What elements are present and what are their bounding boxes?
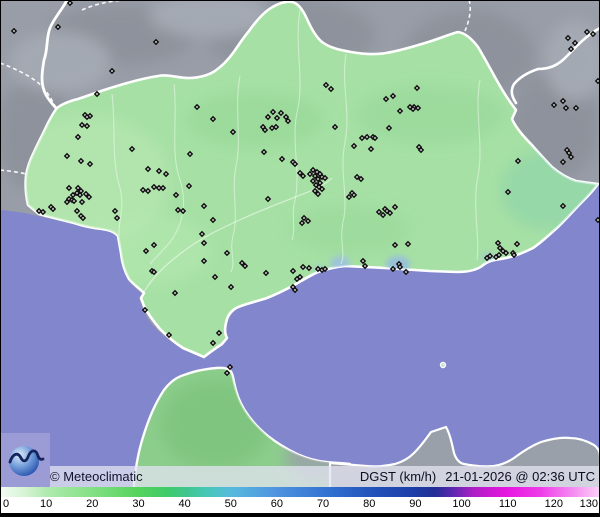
scale-tick-10: 10 xyxy=(40,498,53,510)
color-scale-labels: 0 10 20 30 40 50 60 70 80 90 100 110 120 130 xyxy=(0,497,600,513)
scale-tick-90: 90 xyxy=(409,498,422,510)
scale-tick-120: 120 xyxy=(544,498,564,510)
color-scale-gradient xyxy=(0,487,600,497)
map-canvas xyxy=(0,0,600,517)
scale-tick-60: 60 xyxy=(270,498,284,510)
scale-tick-80: 80 xyxy=(363,498,376,510)
meteoclimatic-logo-icon xyxy=(8,446,45,476)
bottom-strip xyxy=(0,513,600,517)
alboran-island xyxy=(439,361,447,369)
scale-tick-30: 30 xyxy=(132,498,145,510)
scale-tick-70: 70 xyxy=(316,498,330,510)
scale-tick-110: 110 xyxy=(498,498,517,510)
scale-tick-100: 100 xyxy=(452,498,471,510)
info-bar: © Meteoclimatic DGST (km/h) 21-01-2026 @… xyxy=(0,466,600,487)
timestamp: 21-01-2026 @ 02:36 UTC xyxy=(445,469,595,484)
weather-map-screenshot: © Meteoclimatic DGST (km/h) 21-01-2026 @… xyxy=(0,0,600,517)
variable-label: DGST (km/h) xyxy=(359,469,437,484)
scale-tick-130: 130 xyxy=(579,498,598,510)
scale-tick-20: 20 xyxy=(86,498,99,510)
scale-tick-40: 40 xyxy=(178,498,191,510)
scale-tick-0: 0 xyxy=(3,498,10,510)
meteoclimatic-logo xyxy=(0,433,50,487)
copyright-text: © Meteoclimatic xyxy=(50,469,143,484)
scale-tick-50: 50 xyxy=(224,498,237,510)
